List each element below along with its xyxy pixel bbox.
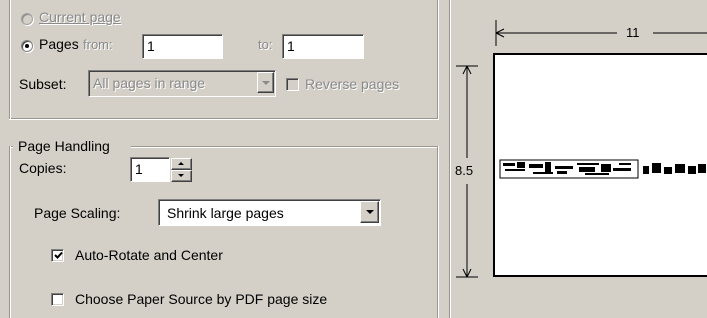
copies-label: Copies:: [19, 160, 67, 176]
pages-from-input[interactable]: 1: [142, 34, 223, 59]
pages-label: Pages: [39, 36, 79, 52]
width-label: 11: [626, 25, 640, 40]
range-group-border-left: [9, 0, 11, 119]
paper-source-label: Choose Paper Source by PDF page size: [75, 291, 328, 307]
arrow-up-icon: [178, 162, 184, 165]
page-handling-title: Page Handling: [16, 138, 112, 154]
range-group-border-bottom: [9, 118, 438, 120]
chevron-down-icon: [262, 81, 270, 85]
subset-value: All pages in range: [93, 75, 206, 91]
range-group-border-right: [437, 0, 439, 120]
chevron-down-icon: [366, 210, 374, 214]
current-page-radio[interactable]: [21, 13, 33, 25]
reverse-pages-label: Reverse pages: [305, 76, 400, 92]
current-page-label: Current page: [39, 9, 121, 25]
page-scaling-label: Page Scaling:: [34, 205, 121, 221]
copies-input[interactable]: 1: [130, 157, 170, 182]
checkmark-icon: [54, 251, 63, 259]
preview-panel-divider: [449, 0, 451, 318]
reverse-pages-checkbox[interactable]: [286, 78, 299, 91]
paper-source-checkbox[interactable]: [51, 293, 64, 306]
page-scaling-dropdown[interactable]: Shrink large pages: [158, 199, 381, 226]
subset-label: Subset:: [19, 76, 66, 92]
pages-to-input[interactable]: 1: [282, 34, 364, 59]
handling-group-border-left: [9, 146, 11, 318]
copies-spin-down-button[interactable]: [171, 170, 192, 182]
pages-from-label: from:: [83, 37, 113, 52]
current-page-label-text: Current page: [39, 9, 121, 25]
page-scaling-value: Shrink large pages: [167, 205, 284, 221]
arrow-down-icon: [178, 174, 184, 177]
pages-radio-dot: [25, 44, 29, 48]
auto-rotate-checkbox[interactable]: [51, 249, 64, 262]
width-dimension-line: [495, 20, 707, 46]
pages-to-label: to:: [258, 37, 273, 52]
page-content-thumbnail: [499, 159, 706, 179]
height-label: 8.5: [455, 163, 474, 178]
handling-group-border-right: [437, 146, 439, 318]
subset-dropdown-arrow-button[interactable]: [257, 72, 274, 93]
auto-rotate-label: Auto-Rotate and Center: [75, 247, 223, 263]
pages-radio[interactable]: [21, 40, 33, 52]
page-scaling-dropdown-arrow-button[interactable]: [360, 201, 379, 223]
subset-dropdown[interactable]: All pages in range: [88, 70, 276, 97]
handling-group-border-top-right: [131, 146, 438, 148]
subset-label-text: Subset:: [19, 76, 67, 92]
copies-spin-up-button[interactable]: [171, 158, 192, 170]
